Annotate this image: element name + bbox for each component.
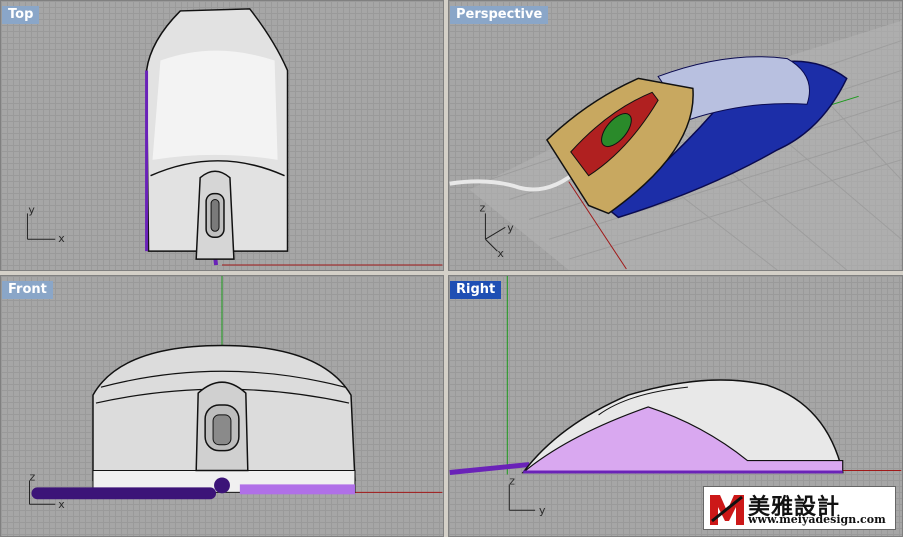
- axis-label-y: y: [539, 504, 546, 517]
- axis-label-z: z: [29, 470, 35, 483]
- viewport-title-right[interactable]: Right: [450, 281, 502, 299]
- axis-label-z: z: [479, 201, 485, 214]
- mouse-cable-right: [449, 462, 530, 475]
- viewport-title-front[interactable]: Front: [2, 281, 53, 299]
- watermark-logo: 美雅設計 www.meiyadesign.com: [703, 486, 896, 530]
- axis-label-y: y: [507, 221, 514, 234]
- brand-m-icon: [710, 495, 744, 525]
- axis-label-z: z: [509, 474, 515, 487]
- viewport-title-top[interactable]: Top: [2, 6, 40, 24]
- perspective-view-canvas[interactable]: z y x: [449, 1, 902, 270]
- front-view-canvas[interactable]: z x: [1, 276, 443, 536]
- watermark-url: www.meiyadesign.com: [748, 513, 886, 526]
- viewport-front[interactable]: Front z x: [0, 275, 444, 537]
- axis-label-x: x: [58, 232, 65, 245]
- axis-label-y: y: [28, 203, 35, 216]
- viewport-perspective[interactable]: Perspective z y x: [448, 0, 903, 271]
- axis-label-x: x: [58, 498, 65, 511]
- viewport-right[interactable]: Right z y 美雅設計 www.meiyadesign.com: [448, 275, 903, 537]
- viewport-title-perspective[interactable]: Perspective: [450, 6, 549, 24]
- top-view-canvas[interactable]: y x: [1, 1, 443, 270]
- viewport-top[interactable]: Top y x: [0, 0, 444, 271]
- scroll-wheel-front: [212, 414, 232, 446]
- axis-label-x: x: [497, 247, 504, 260]
